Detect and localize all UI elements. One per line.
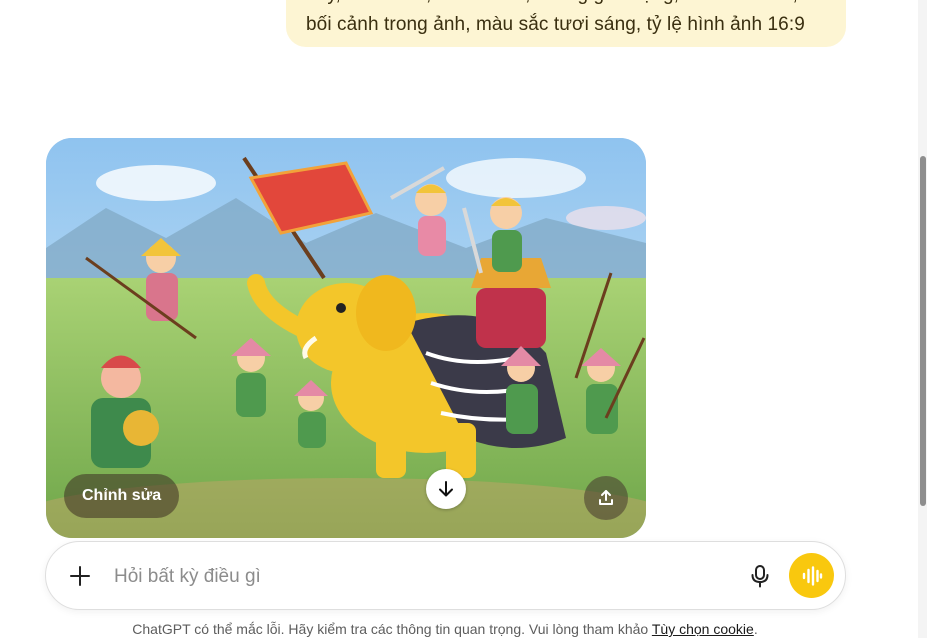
- microphone-icon: [751, 565, 769, 588]
- dictate-button[interactable]: [746, 562, 774, 590]
- scrollbar-thumb[interactable]: [920, 156, 926, 506]
- user-message-line-2: bối cảnh trong ảnh, màu sắc tươi sáng, t…: [306, 14, 805, 35]
- disclaimer-message: ChatGPT có thể mắc lỗi. Hãy kiểm tra các…: [132, 621, 649, 637]
- message-composer: [45, 541, 846, 610]
- edit-image-button[interactable]: Chỉnh sửa: [64, 474, 180, 518]
- voice-mode-button[interactable]: [789, 553, 834, 598]
- add-attachment-button[interactable]: [66, 562, 94, 590]
- arrow-down-icon: [439, 481, 453, 497]
- prompt-input[interactable]: [112, 559, 676, 595]
- disclaimer-period: .: [753, 621, 758, 637]
- cookie-preferences-link[interactable]: Tùy chọn cookie: [652, 621, 754, 637]
- user-message-bubble: dày, tươi cười, màu nước, không gian rộn…: [286, 0, 846, 47]
- share-image-button[interactable]: [584, 476, 628, 520]
- chat-page: dày, tươi cười, màu nước, không gian rộn…: [0, 0, 927, 638]
- generated-image[interactable]: Chỉnh sửa: [46, 138, 646, 538]
- plus-icon: [70, 566, 90, 586]
- download-image-button[interactable]: [426, 469, 466, 509]
- upload-icon: [599, 490, 613, 505]
- voice-waveform-icon: [802, 565, 822, 586]
- user-message-line-1: dày, tươi cười, màu nước, không gian rộn…: [306, 0, 824, 10]
- disclaimer-text: ChatGPT có thể mắc lỗi. Hãy kiểm tra các…: [0, 621, 890, 637]
